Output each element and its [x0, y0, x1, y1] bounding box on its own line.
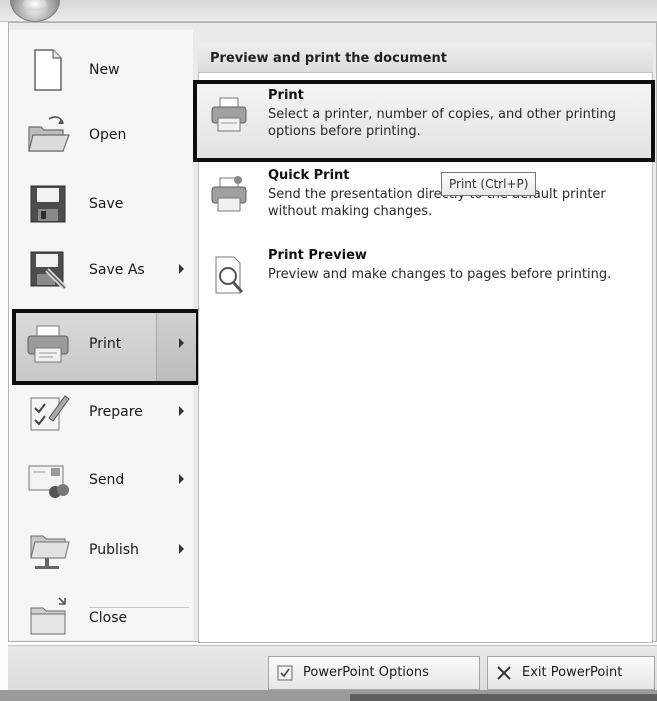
menu-item-label: Open	[89, 127, 127, 143]
options-icon	[277, 665, 293, 681]
window-bottom-edge-dark	[350, 694, 657, 701]
save-as-icon	[30, 251, 67, 290]
menu-item-label: Close	[89, 610, 128, 626]
menu-item-prepare[interactable]: Prepare	[9, 380, 193, 444]
menu-item-open[interactable]: Open	[9, 103, 193, 167]
menu-item-save[interactable]: Save	[9, 172, 193, 236]
print-preview-icon	[215, 256, 244, 294]
menu-item-save-as[interactable]: Save As	[9, 238, 193, 302]
menu-item-new[interactable]: New	[9, 38, 193, 102]
panel-header-text: Preview and print the document	[210, 51, 447, 66]
quick-print-icon	[211, 176, 247, 212]
menu-item-label: Send	[89, 472, 125, 488]
print-option-outline	[193, 80, 655, 162]
menu-item-label: Save	[89, 196, 124, 212]
open-folder-icon	[28, 116, 70, 152]
button-label: Exit PowerPoint	[522, 665, 623, 680]
submenu-arrow-icon	[179, 406, 184, 416]
tooltip: Print (Ctrl+P)	[441, 172, 537, 196]
send-icon	[28, 465, 69, 498]
option-title: Print Preview	[268, 248, 367, 263]
submenu-arrow-icon	[179, 264, 184, 274]
publish-icon	[30, 535, 70, 569]
menu-item-label: Prepare	[89, 404, 143, 420]
menu-item-label: New	[89, 62, 120, 78]
save-disk-icon	[30, 185, 66, 223]
close-folder-icon	[30, 597, 66, 635]
option-title: Quick Print	[268, 168, 350, 183]
print-selection-outline	[12, 309, 200, 385]
menu-item-label: Publish	[89, 542, 139, 558]
option-description: Preview and make changes to pages before…	[268, 267, 612, 282]
exit-x-icon	[497, 666, 511, 680]
title-bar	[0, 0, 657, 22]
office-logo-icon	[23, 0, 47, 11]
prepare-icon	[30, 395, 70, 431]
powerpoint-options-button[interactable]: PowerPoint Options	[268, 656, 480, 690]
submenu-arrow-icon	[179, 544, 184, 554]
print-option-quick-print[interactable]: Quick Print Send the presentation direct…	[198, 168, 653, 228]
menu-item-publish[interactable]: Publish	[9, 518, 193, 582]
button-label: PowerPoint Options	[303, 665, 429, 680]
submenu-arrow-icon	[179, 474, 184, 484]
menu-item-label: Save As	[89, 262, 145, 278]
new-document-icon	[34, 49, 62, 91]
exit-powerpoint-button[interactable]: Exit PowerPoint	[487, 656, 655, 690]
print-option-print-preview[interactable]: Print Preview Preview and make changes t…	[198, 248, 653, 308]
menu-item-send[interactable]: Send	[9, 448, 193, 512]
panel-header: Preview and print the document	[198, 43, 653, 73]
menu-item-close[interactable]: Close	[9, 586, 193, 650]
